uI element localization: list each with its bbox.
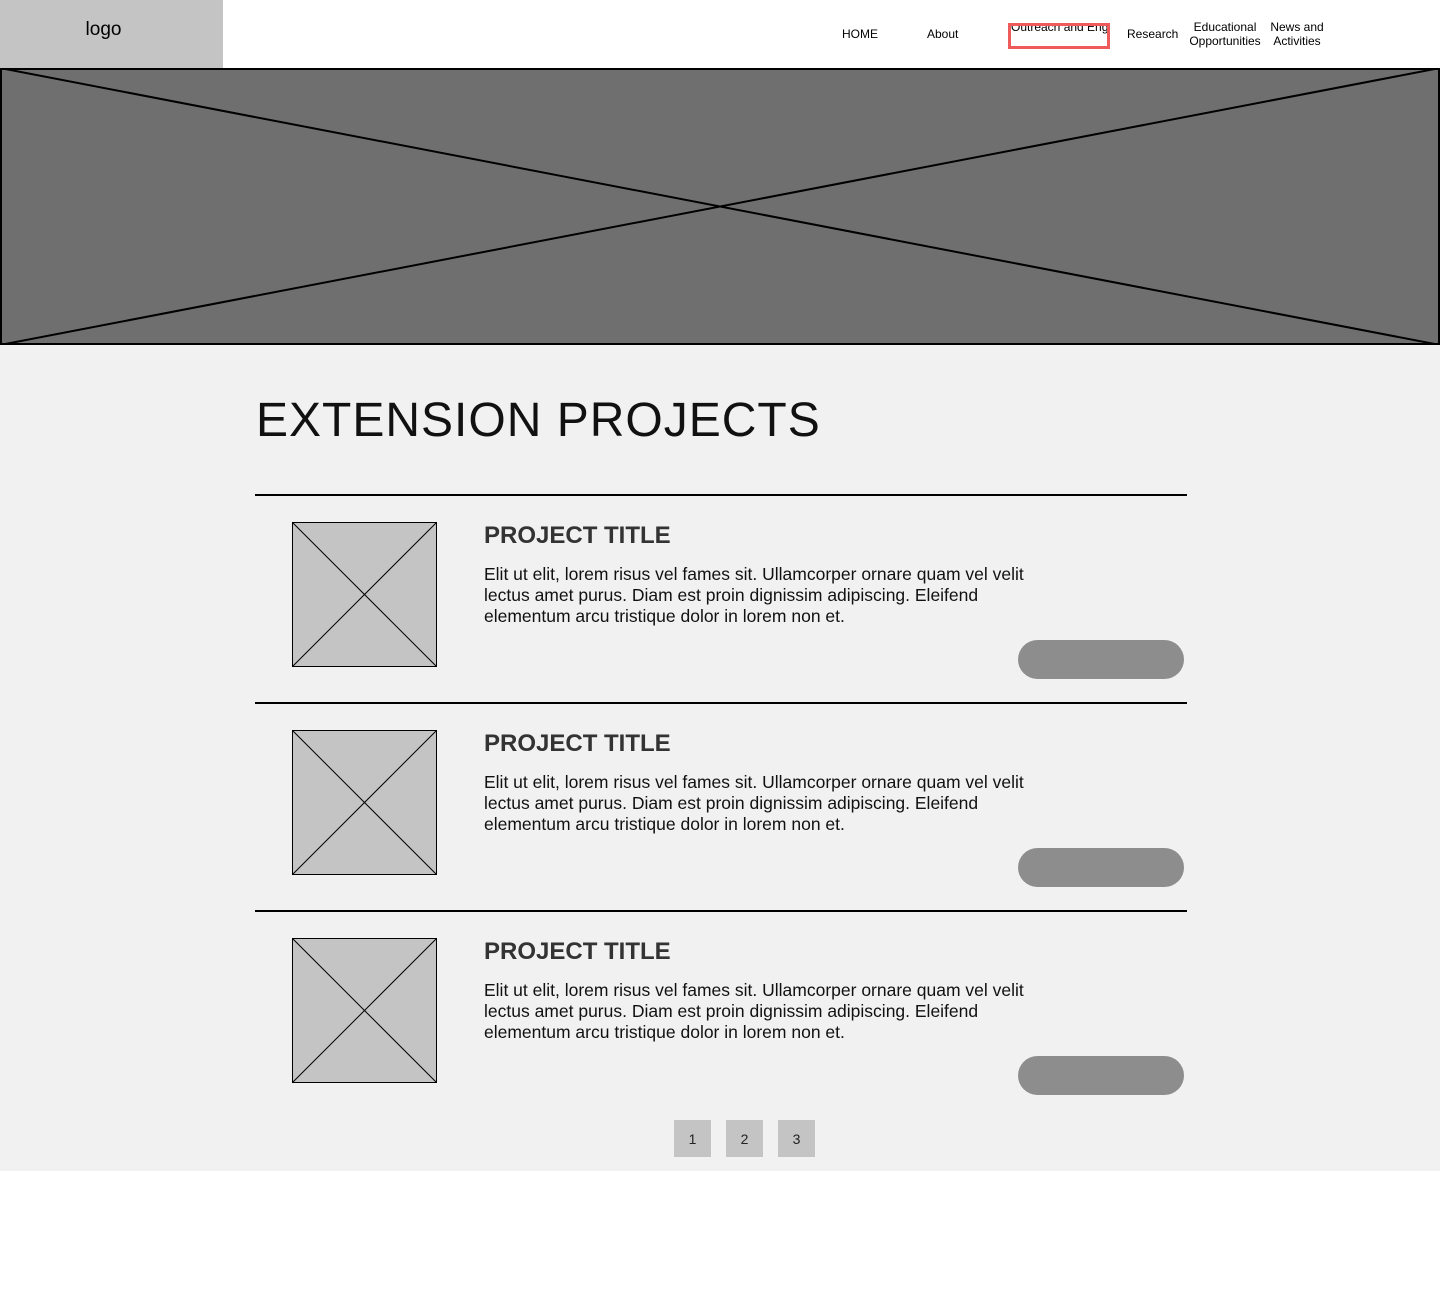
project-action-button[interactable] [1018,640,1184,679]
nav-item-home[interactable]: HOME [842,27,878,41]
project-image-placeholder [292,938,437,1083]
image-placeholder-icon [292,938,437,1083]
project-action-button[interactable] [1018,848,1184,887]
project-title: PROJECT TITLE [484,522,671,549]
site-header: logo HOME About Outreach and Engagement … [0,0,1440,68]
project-card: PROJECT TITLE Elit ut elit, lorem risus … [255,496,1187,702]
project-card: PROJECT TITLE Elit ut elit, lorem risus … [255,912,1187,1118]
project-title: PROJECT TITLE [484,938,671,965]
project-image-placeholder [292,522,437,667]
page-button-2[interactable]: 2 [726,1120,763,1157]
page-title: EXTENSION PROJECTS [256,394,821,447]
project-action-button[interactable] [1018,1056,1184,1095]
project-title: PROJECT TITLE [484,730,671,757]
project-image-placeholder [292,730,437,875]
page-button-3[interactable]: 3 [778,1120,815,1157]
main-content: EXTENSION PROJECTS PROJECT TITLE Elit ut… [0,345,1440,1171]
nav-item-news-activities[interactable]: News and Activities [1264,20,1330,48]
image-placeholder-icon [292,730,437,875]
image-placeholder-icon [292,522,437,667]
hero-placeholder-cross [0,68,1440,345]
nav-item-outreach-label: Outreach and Engagement [1011,23,1109,34]
page-button-1[interactable]: 1 [674,1120,711,1157]
project-card: PROJECT TITLE Elit ut elit, lorem risus … [255,704,1187,910]
page: logo HOME About Outreach and Engagement … [0,0,1440,1300]
nav-item-educational-opportunities[interactable]: Educational Opportunities [1186,20,1264,48]
project-description: Elit ut elit, lorem risus vel fames sit.… [484,980,1024,1042]
logo-text: logo [85,19,122,40]
logo[interactable]: logo [0,0,223,68]
nav-item-about[interactable]: About [927,27,958,41]
nav-item-research[interactable]: Research [1127,27,1178,41]
nav-item-outreach-engagement[interactable]: Outreach and Engagement [1008,23,1110,49]
hero-image-placeholder [0,68,1440,345]
project-description: Elit ut elit, lorem risus vel fames sit.… [484,564,1024,626]
project-description: Elit ut elit, lorem risus vel fames sit.… [484,772,1024,834]
